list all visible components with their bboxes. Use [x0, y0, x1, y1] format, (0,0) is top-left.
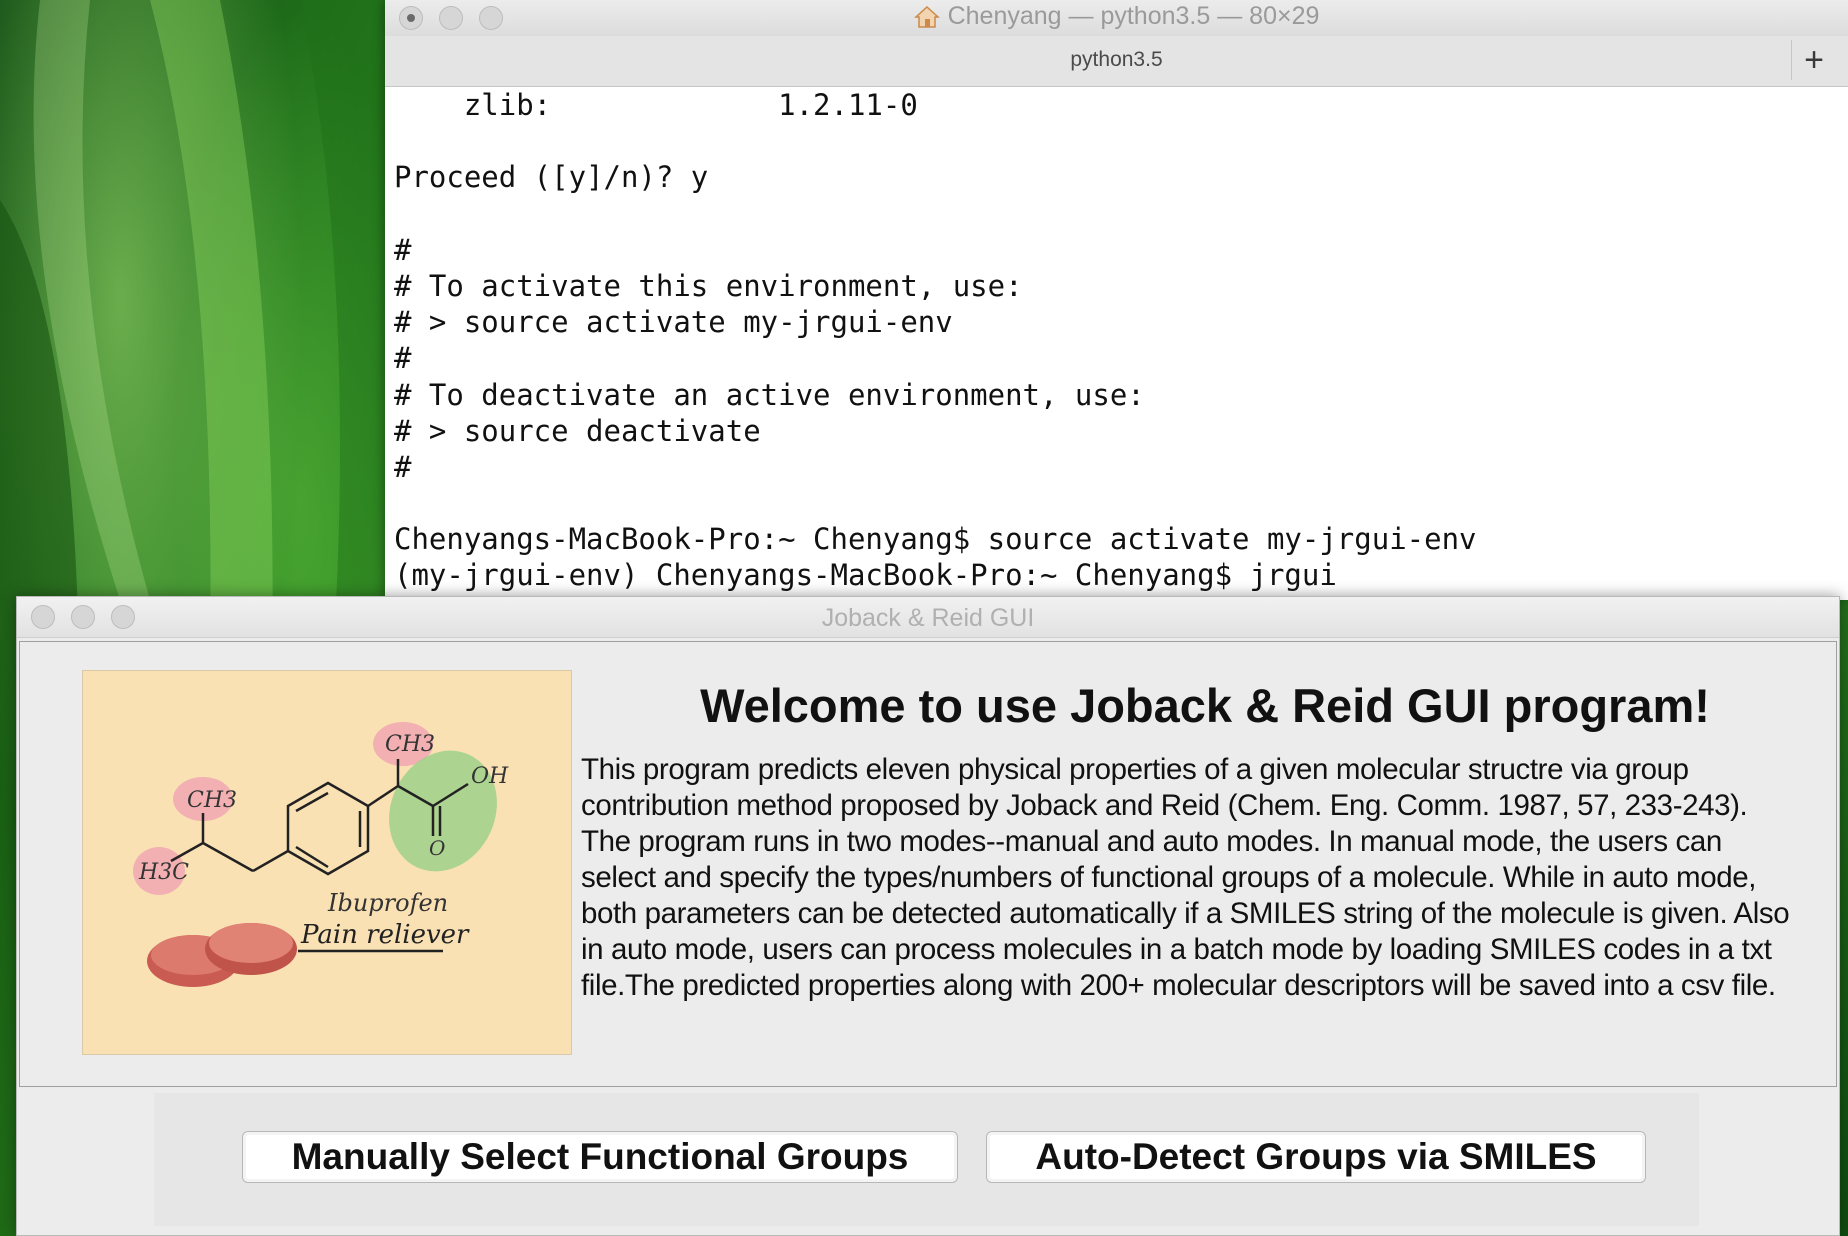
- pills-icon: [147, 923, 297, 987]
- terminal-tab-bar: python3.5 +: [385, 36, 1848, 87]
- ibuprofen-structure-drawing: CH3 CH3 H3C OH O Ibuprofen Pain reliever: [133, 722, 509, 987]
- gui-titlebar[interactable]: Joback & Reid GUI: [17, 597, 1839, 638]
- terminal-line: zlib: 1.2.11-0: [394, 88, 918, 122]
- gui-title: Joback & Reid GUI: [821, 604, 1035, 632]
- program-description: This program predicts eleven physical pr…: [581, 753, 1790, 1002]
- new-tab-button[interactable]: +: [1791, 40, 1836, 80]
- mode-button-area: Manually Select Functional Groups Auto-D…: [154, 1093, 1699, 1226]
- ch3-top-label: CH3: [385, 732, 435, 757]
- terminal-line: #: [394, 232, 412, 267]
- terminal-line: Proceed ([y]/n)? y: [394, 160, 709, 195]
- home-icon: [913, 5, 940, 28]
- auto-detect-button[interactable]: Auto-Detect Groups via SMILES: [986, 1131, 1646, 1183]
- ibuprofen-caption: Ibuprofen: [327, 889, 448, 917]
- terminal-line: # > source activate my-jrgui-env: [394, 305, 953, 340]
- o-label: O: [429, 836, 445, 860]
- terminal-line: # To activate this environment, use:: [394, 268, 1023, 303]
- ch3-left-label: CH3: [187, 788, 237, 813]
- terminal-line: #: [394, 449, 412, 484]
- h3c-label: H3C: [138, 860, 189, 885]
- manual-select-button[interactable]: Manually Select Functional Groups: [242, 1131, 958, 1183]
- pain-reliever-caption: Pain reliever: [300, 920, 470, 950]
- tab-python35[interactable]: python3.5: [1070, 48, 1162, 72]
- welcome-heading: Welcome to use Joback & Reid GUI program…: [700, 679, 1710, 732]
- terminal-window[interactable]: Chenyang — python3.5 — 80×29 python3.5 +…: [385, 0, 1848, 600]
- terminal-output[interactable]: zlib: 1.2.11-0 Proceed ([y]/n)? y # # To…: [385, 87, 1848, 594]
- jrgui-window[interactable]: Joback & Reid GUI CH3 CH3 H3C OH O Ibupr…: [16, 596, 1840, 1236]
- ibuprofen-image: CH3 CH3 H3C OH O Ibuprofen Pain reliever: [82, 670, 572, 1055]
- terminal-title: Chenyang — python3.5 — 80×29: [385, 2, 1848, 31]
- terminal-title-text: Chenyang — python3.5 — 80×29: [947, 2, 1320, 30]
- terminal-line: Chenyangs-MacBook-Pro:~ Chenyang$ source…: [394, 522, 1477, 557]
- terminal-line: # To deactivate an active environment, u…: [394, 377, 1145, 412]
- terminal-line: (my-jrgui-env) Chenyangs-MacBook-Pro:~ C…: [394, 558, 1337, 593]
- terminal-line: # > source deactivate: [394, 413, 761, 448]
- terminal-titlebar[interactable]: Chenyang — python3.5 — 80×29: [385, 0, 1848, 36]
- intro-panel: CH3 CH3 H3C OH O Ibuprofen Pain reliever…: [19, 641, 1837, 1087]
- oh-label: OH: [471, 764, 509, 789]
- terminal-line: #: [394, 341, 412, 376]
